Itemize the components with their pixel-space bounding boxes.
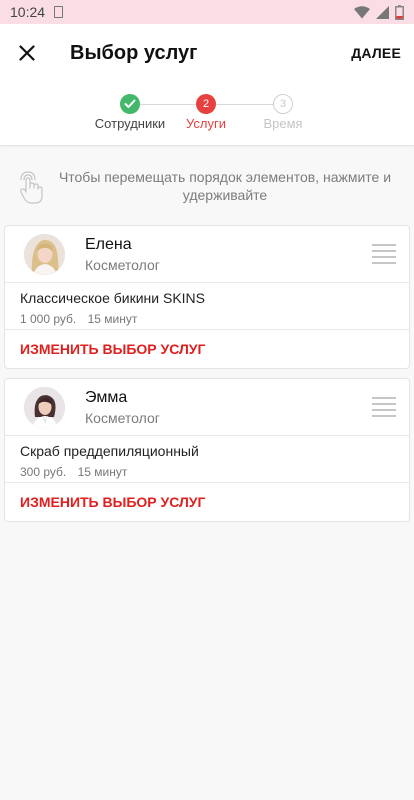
- employee-name: Эмма: [85, 389, 128, 406]
- avatar: [24, 234, 65, 275]
- service-meta: 1 000 руб. 15 минут: [20, 312, 137, 326]
- employee-header: Эмма Косметолог: [5, 379, 409, 435]
- employee-role: Косметолог: [85, 410, 160, 426]
- employee-role: Косметолог: [85, 257, 160, 273]
- step-number-badge: 2: [196, 94, 216, 114]
- change-services-button[interactable]: ИЗМЕНИТЬ ВЫБОР УСЛУГ: [5, 329, 409, 368]
- status-time: 10:24: [10, 4, 46, 20]
- service-name: Классическое бикини SKINS: [20, 290, 205, 306]
- touch-hold-icon: [20, 171, 43, 204]
- hint-text: Чтобы перемещать порядок элементов, нажм…: [58, 169, 392, 203]
- service-meta: 300 руб. 15 минут: [20, 465, 127, 479]
- service-name: Скраб преддепиляционный: [20, 443, 199, 459]
- change-services-button[interactable]: ИЗМЕНИТЬ ВЫБОР УСЛУГ: [5, 482, 409, 521]
- employee-header: Елена Косметолог: [5, 226, 409, 282]
- close-icon: [19, 45, 35, 61]
- status-bar: 10:24: [0, 0, 414, 24]
- service-item: Скраб преддепиляционный 300 руб. 15 мину…: [5, 435, 409, 482]
- reorder-hint: Чтобы перемещать порядок элементов, нажм…: [18, 168, 398, 206]
- employee-card: Елена Косметолог Классическое бикини SKI…: [4, 225, 410, 369]
- check-icon: [124, 99, 136, 108]
- close-button[interactable]: [0, 24, 56, 82]
- avatar: [24, 387, 65, 428]
- stepper: Сотрудники 2 Услуги 3 Время: [0, 82, 414, 146]
- service-price: 1 000 руб.: [20, 312, 77, 326]
- employee-card: Эмма Косметолог Скраб преддепиляционный …: [4, 378, 410, 522]
- app-bar: Выбор услуг ДАЛЕЕ: [0, 24, 414, 82]
- step-time: 3 Время: [238, 94, 328, 131]
- service-price: 300 руб.: [20, 465, 67, 479]
- step-done-badge: [120, 94, 140, 114]
- drag-handle-icon[interactable]: [372, 397, 396, 421]
- service-item: Классическое бикини SKINS 1 000 руб. 15 …: [5, 282, 409, 329]
- service-duration: 15 минут: [87, 312, 138, 326]
- next-button[interactable]: ДАЛЕЕ: [351, 45, 401, 61]
- employee-name: Елена: [85, 236, 132, 253]
- page-title: Выбор услуг: [70, 41, 198, 64]
- battery-icon: [395, 4, 404, 20]
- signal-icon: [376, 5, 389, 19]
- sim-card-icon: [54, 6, 64, 18]
- step-number-badge: 3: [273, 94, 293, 114]
- wifi-icon: [354, 5, 370, 18]
- step-label: Время: [263, 116, 303, 131]
- drag-handle-icon[interactable]: [372, 244, 396, 268]
- service-duration: 15 минут: [77, 465, 128, 479]
